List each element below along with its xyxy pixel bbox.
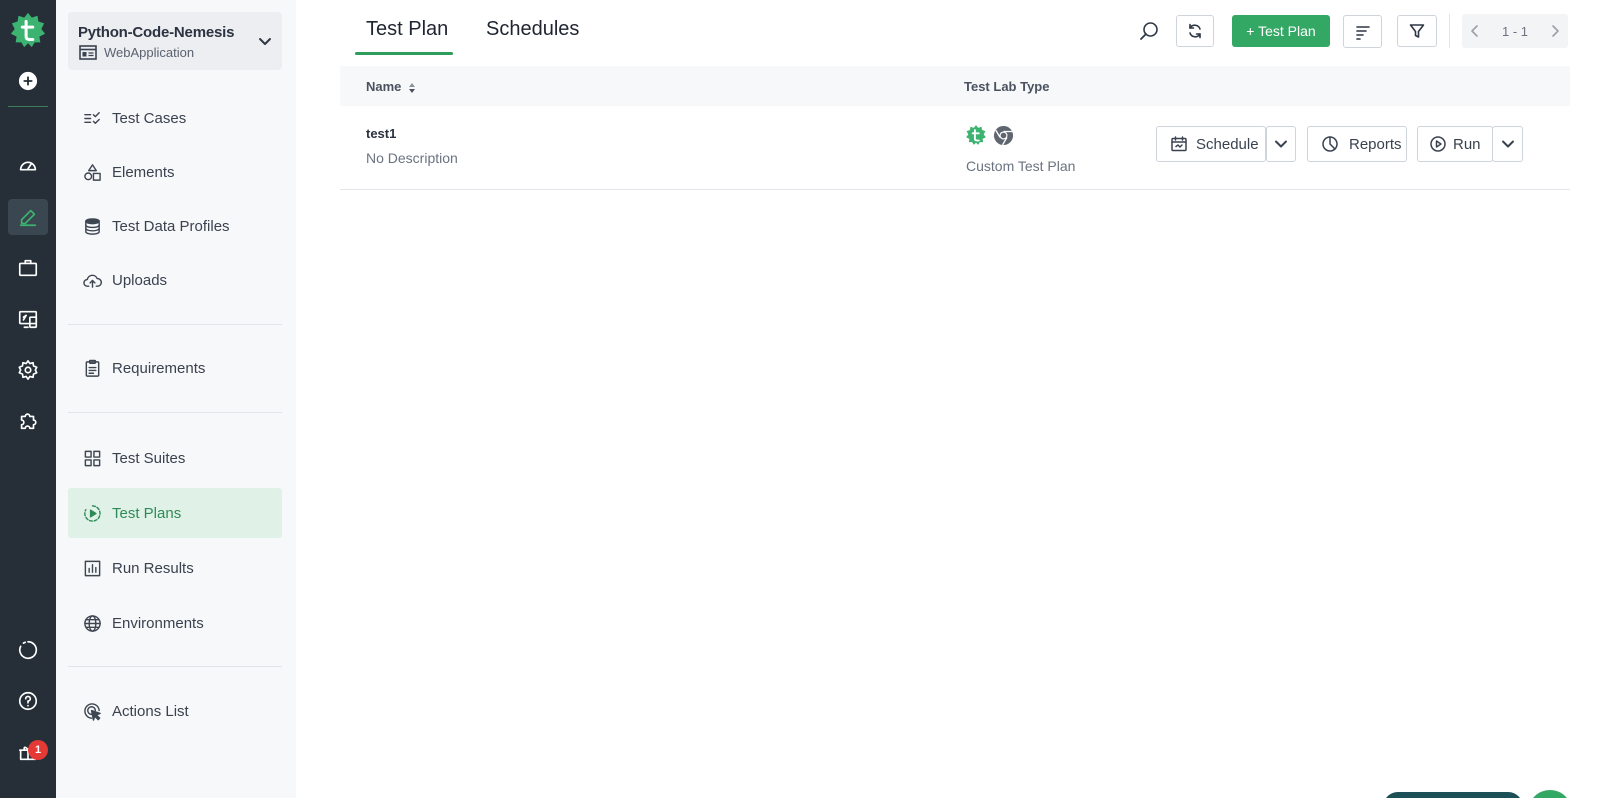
sort-lines-icon: [1355, 25, 1370, 40]
search-icon[interactable]: [1138, 20, 1160, 42]
rail-divider: [8, 106, 48, 107]
sidebar-item-label: Test Data Profiles: [112, 217, 230, 235]
sidebar-item-run-results[interactable]: Run Results: [68, 543, 282, 593]
chevron-left-icon[interactable]: [1468, 24, 1482, 38]
sidebar-item-uploads[interactable]: Uploads: [68, 255, 282, 305]
active-tab-indicator: [355, 52, 453, 55]
sidebar-item-label: Test Cases: [112, 109, 187, 127]
sort-arrows-icon[interactable]: [408, 82, 416, 94]
bar-chart-icon: [82, 558, 102, 578]
chrome-browser-icon: [993, 125, 1014, 146]
project-name: Python-Code-Nemesis: [78, 24, 235, 41]
test-plan-name[interactable]: test1: [366, 126, 396, 141]
app-rail: 1: [0, 0, 56, 798]
column-header-test-lab-type: Test Lab Type: [964, 79, 1050, 94]
help-icon[interactable]: [8, 683, 48, 719]
test-lab-icon[interactable]: [8, 301, 48, 337]
briefcase-icon[interactable]: [8, 250, 48, 286]
sidebar-item-label: Run Results: [112, 559, 194, 577]
chevron-down-icon[interactable]: [256, 32, 274, 50]
cursor-click-icon: [82, 701, 102, 721]
table-header: Name Test Lab Type: [340, 66, 1570, 106]
clipboard-icon: [82, 358, 102, 378]
sidebar-divider: [68, 666, 282, 667]
table-row[interactable]: test1 No Description Custom Test Plan Sc…: [340, 106, 1570, 190]
chevron-down-icon: [1501, 140, 1514, 148]
globe-icon: [82, 613, 102, 633]
play-circle-icon: [1430, 136, 1446, 152]
sidebar-divider: [68, 324, 282, 325]
test-development-icon[interactable]: [8, 199, 48, 235]
sidebar-item-test-cases[interactable]: Test Cases: [68, 93, 282, 143]
sidebar-item-test-plans[interactable]: Test Plans: [68, 488, 282, 538]
tab-test-plan[interactable]: Test Plan: [366, 18, 448, 41]
sidebar-item-environments[interactable]: Environments: [68, 598, 282, 648]
addons-puzzle-icon[interactable]: [8, 403, 48, 439]
loading-circle-icon[interactable]: [8, 632, 48, 668]
project-sidebar: Python-Code-Nemesis WebApplication Test …: [56, 0, 296, 798]
sidebar-item-label: Test Plans: [112, 504, 182, 522]
settings-gear-icon[interactable]: [8, 352, 48, 388]
project-type: WebApplication: [104, 45, 195, 60]
run-dropdown-button[interactable]: [1492, 126, 1523, 162]
sidebar-item-test-suites[interactable]: Test Suites: [68, 433, 282, 483]
checklist-icon: [82, 108, 102, 128]
schedule-dropdown-button[interactable]: [1266, 126, 1296, 162]
pagination: 1 - 1: [1462, 14, 1568, 48]
add-test-plan-button[interactable]: + Test Plan: [1232, 15, 1330, 47]
refresh-button[interactable]: [1176, 15, 1214, 47]
sidebar-item-label: Requirements: [112, 359, 206, 377]
sidebar-item-label: Uploads: [112, 271, 168, 289]
tab-schedules[interactable]: Schedules: [486, 18, 579, 41]
pie-chart-icon: [1322, 136, 1338, 152]
test-lab-type-label: Custom Test Plan: [966, 158, 1076, 174]
chevron-down-icon: [1275, 140, 1287, 148]
sidebar-item-label: Actions List: [112, 702, 189, 720]
help-chat-button[interactable]: [1528, 790, 1572, 798]
schedule-button[interactable]: Schedule: [1156, 126, 1266, 162]
dashboard-icon[interactable]: [8, 148, 48, 184]
chevron-right-icon[interactable]: [1548, 24, 1562, 38]
play-circle-dashed-icon: [82, 503, 102, 523]
test-plan-description: No Description: [366, 150, 458, 166]
sidebar-item-label: Test Suites: [112, 449, 186, 467]
testsigma-logo-icon[interactable]: [9, 11, 47, 49]
grid-icon: [82, 448, 102, 468]
sidebar-item-elements[interactable]: Elements: [68, 147, 282, 197]
column-header-name[interactable]: Name: [366, 79, 416, 94]
sidebar-divider: [68, 412, 282, 413]
cloud-upload-icon: [82, 270, 102, 290]
run-button[interactable]: Run: [1417, 126, 1493, 162]
pagination-range: 1 - 1: [1501, 23, 1528, 39]
shapes-icon: [82, 162, 102, 182]
refresh-icon: [1189, 23, 1201, 39]
testsigma-lab-icon: [966, 125, 986, 145]
sidebar-item-requirements[interactable]: Requirements: [68, 343, 282, 393]
filter-funnel-icon: [1409, 24, 1425, 38]
sidebar-item-label: Environments: [112, 614, 204, 632]
reports-button[interactable]: Reports: [1307, 126, 1407, 162]
database-icon: [82, 216, 102, 236]
sidebar-item-label: Elements: [112, 163, 175, 181]
notification-badge: 1: [28, 740, 48, 760]
web-app-icon: [79, 45, 97, 60]
sidebar-item-actions-list[interactable]: Actions List: [68, 686, 282, 736]
chat-widget-pill[interactable]: [1383, 792, 1523, 798]
create-new-icon[interactable]: [8, 63, 48, 99]
sort-button[interactable]: [1343, 15, 1382, 48]
toolbar-divider: [1449, 14, 1450, 48]
calendar-icon: [1171, 136, 1187, 152]
filter-button[interactable]: [1397, 15, 1437, 47]
project-selector[interactable]: Python-Code-Nemesis WebApplication: [68, 12, 282, 70]
sidebar-item-test-data-profiles[interactable]: Test Data Profiles: [68, 201, 282, 251]
